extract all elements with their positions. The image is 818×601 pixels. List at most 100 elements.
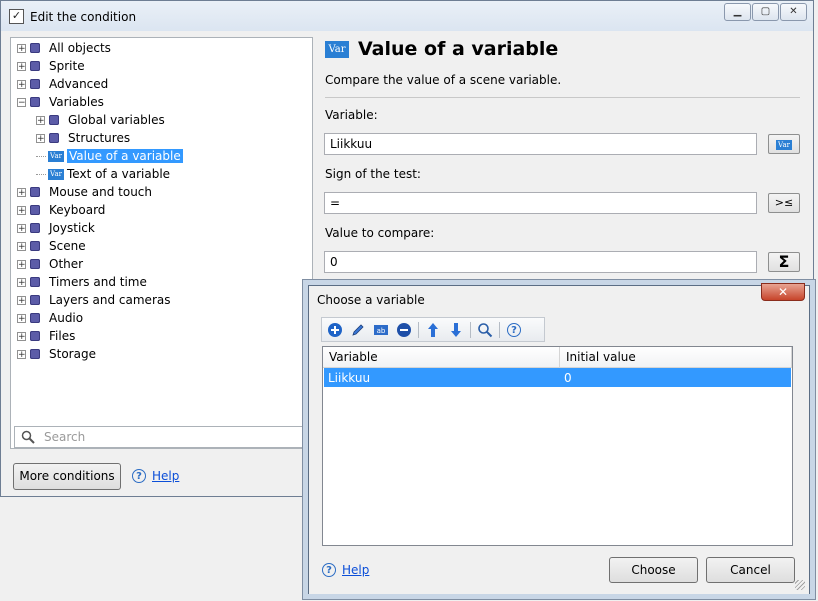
tree-item-label: Timers and time (49, 275, 147, 289)
compare-field[interactable]: 0 (324, 251, 757, 273)
expander-icon[interactable]: + (36, 115, 45, 125)
tree-item-label: Keyboard (49, 203, 106, 217)
tree-item-label: Files (49, 329, 76, 343)
variable-field[interactable]: Liikkuu (324, 133, 757, 155)
tree-item-label: Joystick (49, 221, 95, 235)
tree-item[interactable]: − Variables (17, 93, 104, 111)
folder-icon (49, 133, 59, 143)
choose-variable-dialog: Choose a variable ✕ ab ? Variable Initia… (308, 283, 810, 594)
move-down-icon[interactable] (447, 321, 465, 339)
add-icon[interactable] (326, 321, 344, 339)
folder-icon (30, 259, 40, 269)
cell-variable: Liikkuu (328, 371, 371, 385)
maximize-button[interactable]: ▢ (752, 3, 779, 21)
help-icon[interactable]: ? (505, 321, 523, 339)
expander-icon[interactable]: + (36, 133, 45, 143)
help-label[interactable]: Help (342, 563, 369, 577)
cancel-button[interactable]: Cancel (706, 557, 795, 583)
variable-toolbar: ab ? (321, 317, 545, 342)
tree-item[interactable]: Var Value of a variable (36, 147, 183, 165)
table-row[interactable]: Liikkuu 0 (324, 368, 791, 387)
tree-item[interactable]: + Mouse and touch (17, 183, 152, 201)
dialog-close-button[interactable]: ✕ (761, 283, 805, 301)
tree-item-label: Advanced (49, 77, 109, 91)
tree-item-label: Audio (49, 311, 84, 325)
column-header-initial-value[interactable]: Initial value (566, 350, 636, 364)
tree-item[interactable]: + Sprite (17, 57, 85, 75)
choose-button[interactable]: Choose (609, 557, 698, 583)
dialog-title: Choose a variable (317, 293, 425, 307)
tree-item[interactable]: + Joystick (17, 219, 95, 237)
tree-item[interactable]: Var Text of a variable (36, 165, 170, 183)
window-check-icon: ✓ (9, 9, 24, 24)
variables-list[interactable]: Variable Initial value Liikkuu 0 (322, 346, 793, 546)
sign-button[interactable]: >≤ (768, 193, 800, 213)
column-separator[interactable] (559, 347, 560, 367)
tree-item[interactable]: + Layers and cameras (17, 291, 170, 309)
close-window-button[interactable]: ✕ (780, 3, 807, 21)
expander-icon[interactable]: + (17, 79, 26, 89)
expander-icon[interactable]: + (17, 349, 26, 359)
tree-item[interactable]: + Other (17, 255, 83, 273)
expander-icon[interactable]: + (17, 43, 26, 53)
tree-item-label: Variables (49, 95, 104, 109)
toolbar-separator (470, 321, 471, 338)
tree-item[interactable]: + All objects (17, 39, 111, 57)
tree-item[interactable]: + Files (17, 327, 75, 345)
tree-item[interactable]: + Timers and time (17, 273, 147, 291)
sign-field[interactable]: = (324, 192, 757, 214)
move-up-icon[interactable] (424, 321, 442, 339)
tree-item-label: Mouse and touch (49, 185, 152, 199)
tree-item[interactable]: + Global variables (36, 111, 165, 129)
column-separator[interactable] (791, 347, 792, 367)
expander-icon[interactable]: + (17, 277, 26, 287)
expander-icon[interactable]: + (17, 259, 26, 269)
tree-item[interactable]: + Audio (17, 309, 83, 327)
tree-item-label: Scene (49, 239, 86, 253)
expander-icon[interactable]: + (17, 313, 26, 323)
condition-title: Value of a variable (358, 38, 559, 60)
expander-icon[interactable]: + (17, 61, 26, 71)
search-icon (21, 430, 35, 444)
expander-icon[interactable]: + (17, 241, 26, 251)
folder-icon (30, 241, 40, 251)
search-input[interactable]: Search (44, 430, 85, 444)
remove-icon[interactable] (395, 321, 413, 339)
expander-icon[interactable]: + (17, 295, 26, 305)
edit-icon[interactable] (349, 321, 367, 339)
tree-item-label: Structures (68, 131, 131, 145)
help-label[interactable]: Help (152, 469, 179, 483)
expression-editor-button[interactable]: Σ (768, 252, 800, 272)
expander-icon[interactable]: + (17, 331, 26, 341)
expander-icon[interactable]: − (17, 97, 26, 107)
conditions-tree[interactable]: + All objects + Sprite + Advanced − Variables + G… (10, 37, 313, 449)
toolbar-separator (499, 321, 500, 338)
search-box[interactable]: Search (14, 426, 314, 448)
search-icon[interactable] (476, 321, 494, 339)
var-icon: Var (776, 140, 792, 150)
folder-icon (30, 295, 40, 305)
rename-icon[interactable]: ab (372, 321, 390, 339)
expander-icon[interactable]: + (17, 205, 26, 215)
more-conditions-button[interactable]: More conditions (13, 463, 121, 490)
expander-icon[interactable]: + (17, 223, 26, 233)
list-header: Variable Initial value (323, 347, 792, 368)
column-header-variable[interactable]: Variable (329, 350, 378, 364)
resize-grip[interactable] (795, 580, 805, 590)
tree-item-label: Sprite (49, 59, 85, 73)
folder-icon (30, 349, 40, 359)
tree-item[interactable]: + Advanced (17, 75, 108, 93)
tree-item[interactable]: + Keyboard (17, 201, 105, 219)
minimize-button[interactable]: ▁ (724, 3, 751, 21)
tree-item-label: Storage (49, 347, 96, 361)
tree-item[interactable]: + Structures (36, 129, 130, 147)
window-title: Edit the condition (30, 10, 137, 24)
expander-icon[interactable]: + (17, 187, 26, 197)
tree-item[interactable]: + Storage (17, 345, 96, 363)
choose-variable-button[interactable]: Var (768, 134, 800, 154)
tree-item[interactable]: + Scene (17, 237, 86, 255)
folder-icon (30, 97, 40, 107)
folder-icon (30, 61, 40, 71)
help-link-main[interactable]: ? Help (132, 469, 179, 483)
help-link-dialog[interactable]: ? Help (322, 563, 369, 577)
